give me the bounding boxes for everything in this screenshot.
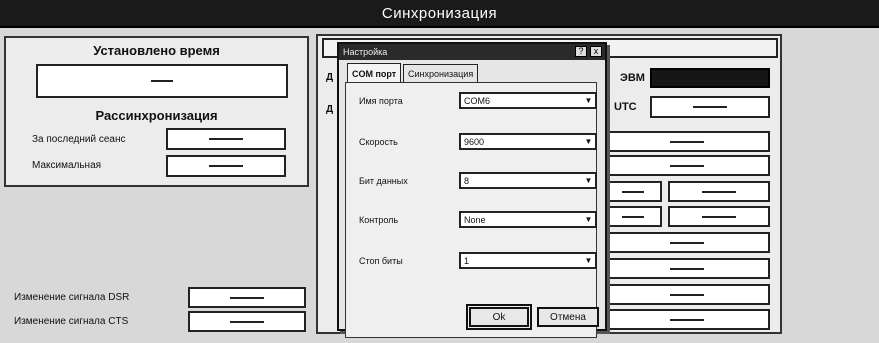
last-session-field	[166, 128, 286, 150]
chevron-down-icon[interactable]: ▼	[583, 175, 594, 186]
port-name-value: COM6	[464, 95, 491, 106]
window-title-bar: Синхронизация	[0, 0, 879, 28]
time-panel: Установлено время Рассинхронизация За по…	[4, 36, 309, 187]
partial-label-2: Д	[326, 104, 334, 115]
cts-signal-value	[230, 320, 264, 323]
parity-select[interactable]: None ▼	[459, 211, 597, 228]
speed-label: Скорость	[359, 137, 398, 147]
parity-label: Контроль	[359, 215, 399, 225]
right-field-6	[604, 258, 770, 279]
dialog-help-button[interactable]: ?	[575, 46, 587, 57]
dialog-title: Настройка	[343, 47, 388, 57]
set-time-field	[36, 64, 288, 98]
maximum-value	[209, 165, 243, 167]
partial-label-1: Д	[326, 72, 334, 83]
right-field-4b	[668, 206, 770, 227]
right-field-4a-value	[622, 215, 644, 218]
stop-bits-label: Стоп биты	[359, 256, 403, 266]
data-bits-label: Бит данных	[359, 176, 408, 186]
stop-bits-select[interactable]: 1 ▼	[459, 252, 597, 269]
speed-value: 9600	[464, 136, 485, 147]
right-field-1-value	[670, 140, 704, 143]
data-bits-select[interactable]: 8 ▼	[459, 172, 597, 189]
right-field-6-value	[670, 267, 704, 270]
right-field-7	[604, 284, 770, 305]
window-title: Синхронизация	[381, 4, 498, 22]
maximum-field	[166, 155, 286, 177]
right-field-7-value	[670, 293, 704, 296]
dsr-signal-label: Изменение сигнала DSR	[14, 292, 130, 303]
set-time-value	[151, 80, 173, 82]
port-name-label: Имя порта	[359, 96, 403, 106]
last-session-value	[209, 138, 243, 140]
right-field-4b-value	[702, 215, 736, 218]
dsr-signal-field	[188, 287, 306, 308]
chevron-down-icon[interactable]: ▼	[583, 136, 594, 147]
desync-heading: Рассинхронизация	[95, 108, 218, 123]
right-field-5-value	[670, 241, 704, 244]
speed-select[interactable]: 9600 ▼	[459, 133, 597, 150]
tab-synchronization[interactable]: Синхронизация	[403, 64, 479, 82]
right-field-1	[604, 131, 770, 152]
right-field-5	[604, 232, 770, 253]
right-field-8	[604, 309, 770, 330]
parity-value: None	[464, 214, 486, 225]
utc-field	[650, 96, 770, 118]
right-field-3a-value	[622, 190, 644, 193]
com-port-tab-panel	[345, 82, 597, 338]
set-time-heading: Установлено время	[93, 43, 220, 58]
tab-com-port[interactable]: COM порт	[347, 63, 402, 83]
right-field-3a	[604, 181, 662, 202]
data-bits-value: 8	[464, 175, 470, 186]
right-field-2-value	[670, 164, 704, 167]
dialog-title-bar[interactable]: Настройка	[339, 44, 605, 60]
stop-bits-value: 1	[464, 255, 470, 266]
chevron-down-icon[interactable]: ▼	[583, 214, 594, 225]
right-field-3b-value	[702, 190, 736, 193]
cts-signal-field	[188, 311, 306, 332]
last-session-label: За последний сеанс	[32, 134, 126, 145]
evm-indicator	[650, 68, 770, 88]
utc-label: UTC	[614, 101, 637, 113]
chevron-down-icon[interactable]: ▼	[583, 95, 594, 106]
right-field-2	[604, 155, 770, 176]
cancel-button[interactable]: Отмена	[537, 307, 599, 327]
cts-signal-label: Изменение сигнала CTS	[14, 316, 129, 327]
dialog-close-button[interactable]: x	[590, 46, 602, 57]
port-name-select[interactable]: COM6 ▼	[459, 92, 597, 109]
settings-dialog: Настройка ? x COM порт Синхронизация Имя…	[337, 42, 607, 338]
utc-value	[693, 106, 727, 108]
chevron-down-icon[interactable]: ▼	[583, 255, 594, 266]
ok-button[interactable]: Ok	[466, 304, 532, 330]
right-field-3b	[668, 181, 770, 202]
evm-label: ЭВМ	[620, 72, 645, 84]
maximum-label: Максимальная	[32, 160, 102, 171]
dsr-signal-value	[230, 296, 264, 299]
right-field-4a	[604, 206, 662, 227]
right-field-8-value	[670, 318, 704, 321]
